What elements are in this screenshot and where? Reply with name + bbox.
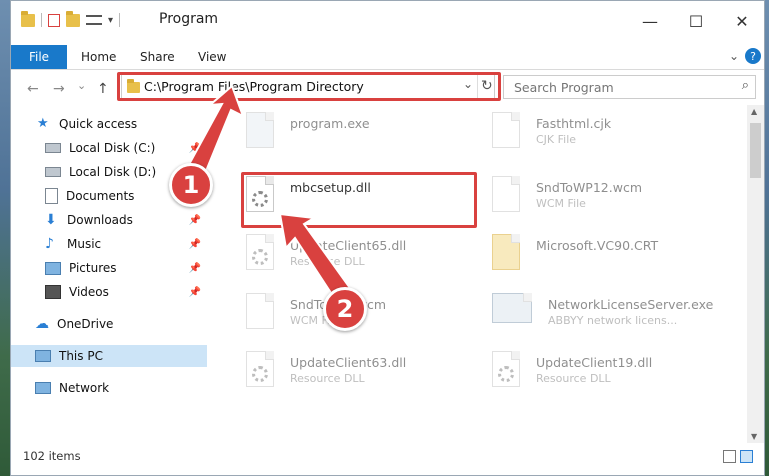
step-2-badge: 2 [323,287,367,331]
step-1-badge: 1 [169,163,213,207]
arrow-2 [278,212,352,298]
annotation-arrows [184,84,352,298]
